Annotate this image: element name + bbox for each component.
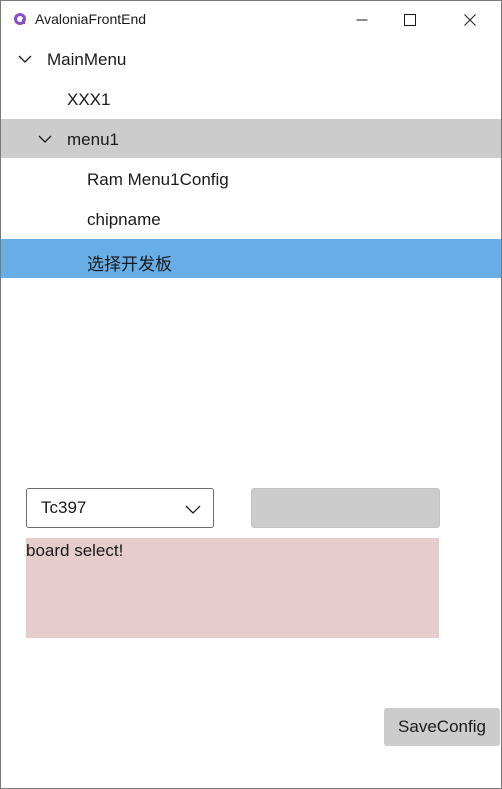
status-text: board select! — [26, 541, 124, 560]
chevron-down-icon[interactable] — [37, 131, 53, 147]
board-select-dropdown[interactable]: Tc397 — [26, 488, 214, 528]
close-button[interactable] — [447, 1, 493, 38]
tree-node-mainmenu[interactable]: MainMenu — [1, 39, 501, 78]
tree-node-chipname[interactable]: chipname — [1, 199, 501, 238]
tree-node-label: 选择开发板 — [87, 255, 172, 274]
chevron-down-icon[interactable] — [17, 51, 33, 67]
title-bar[interactable]: AvaloniaFrontEnd — [1, 1, 501, 38]
tree-node-menu1[interactable]: menu1 — [1, 119, 501, 158]
minimize-button[interactable] — [339, 1, 385, 38]
avalonia-logo-icon — [14, 13, 26, 25]
tree-node-label: Ram Menu1Config — [87, 170, 229, 189]
minimize-icon — [356, 19, 368, 20]
maximize-icon — [404, 13, 416, 26]
tree-node-label: XXX1 — [67, 90, 111, 109]
maximize-button[interactable] — [387, 1, 433, 38]
window-title: AvaloniaFrontEnd — [35, 11, 147, 27]
save-config-button[interactable]: SaveConfig — [384, 708, 500, 746]
tree-node-ram-menu1config[interactable]: Ram Menu1Config — [1, 159, 501, 198]
chevron-down-icon — [185, 505, 201, 514]
tree-node-select-board[interactable]: 选择开发板 — [1, 239, 501, 278]
tree-node-label: MainMenu — [47, 50, 127, 69]
unlabeled-button[interactable] — [251, 488, 440, 528]
board-select-value: Tc397 — [41, 498, 87, 517]
status-output: board select! — [26, 538, 439, 638]
tree-node-label: chipname — [87, 210, 161, 229]
close-icon — [464, 13, 476, 26]
app-window: AvaloniaFrontEnd MainMenu XXX1 menu1 Ram… — [0, 0, 502, 789]
tree-node-xxx1[interactable]: XXX1 — [1, 79, 501, 118]
tree-node-label: menu1 — [67, 130, 119, 149]
